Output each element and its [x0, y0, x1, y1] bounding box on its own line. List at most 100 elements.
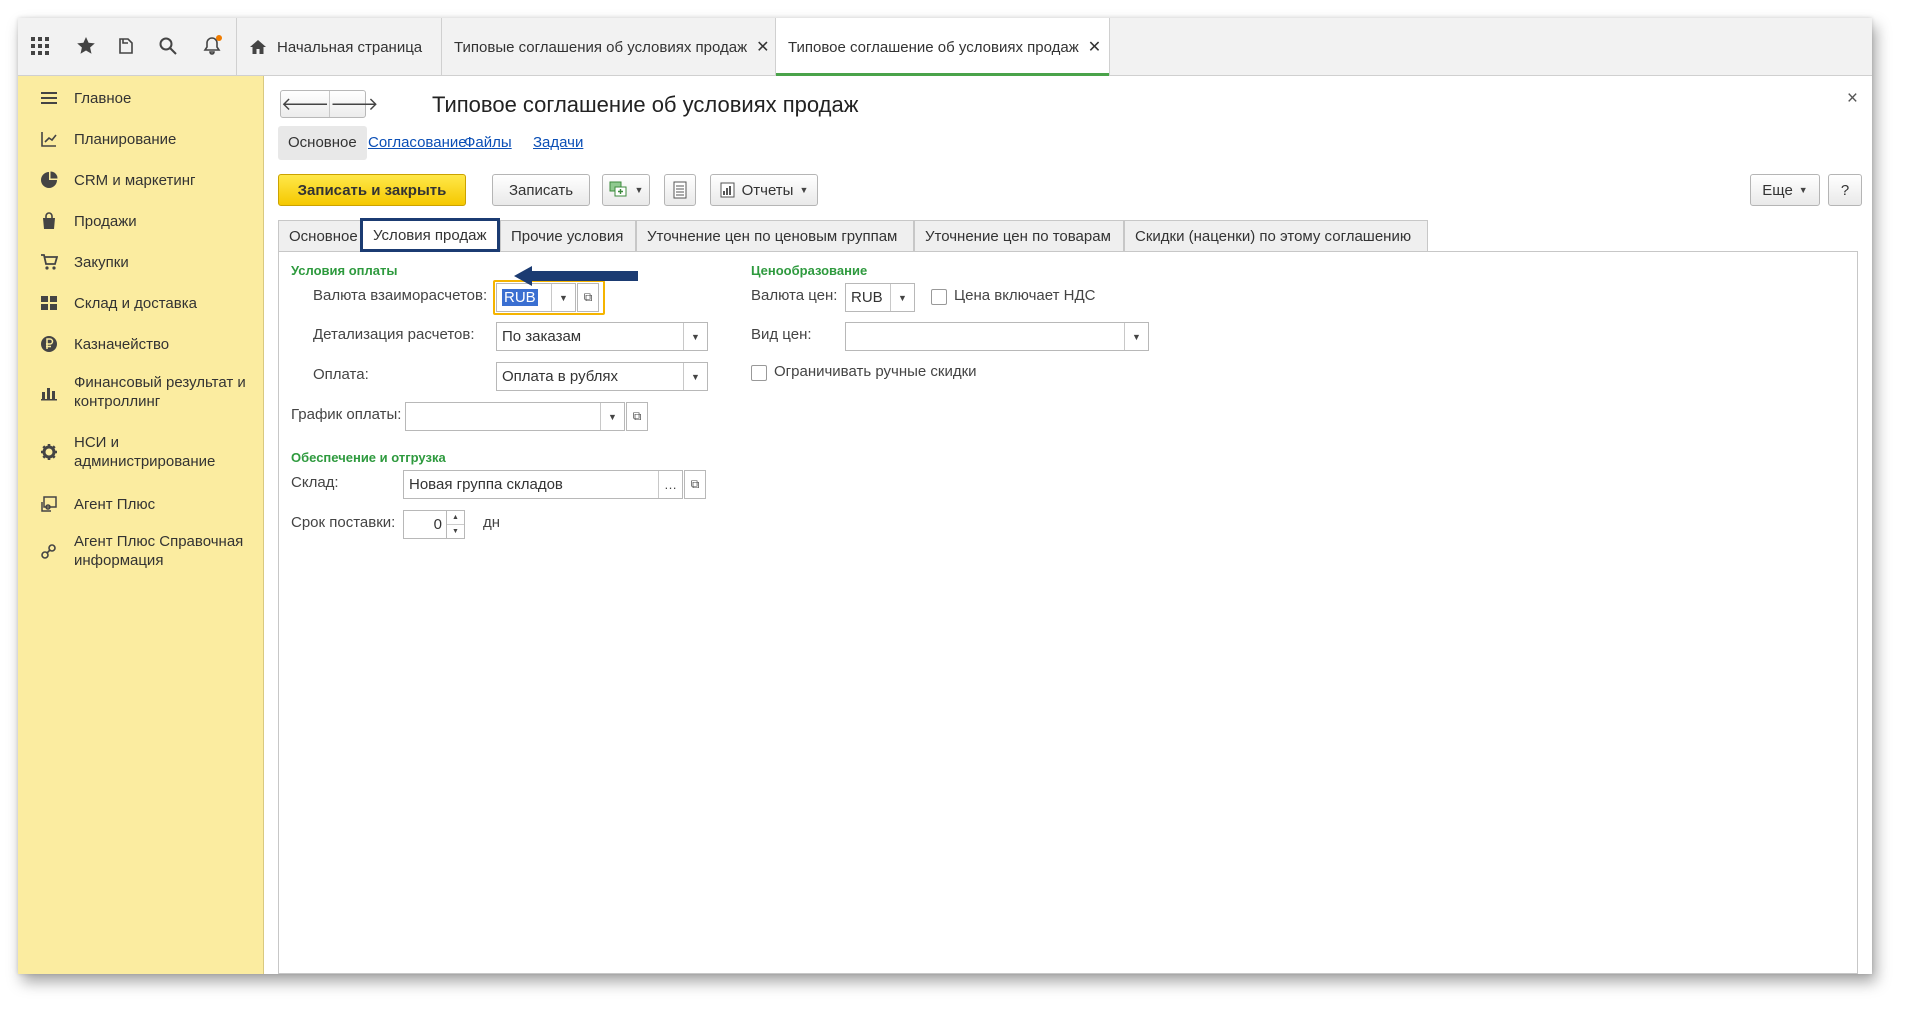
chevron-down-icon: ▼ [634, 185, 644, 195]
close-icon[interactable]: ✕ [1088, 37, 1101, 57]
sidebar-item-agent-plus[interactable]: Агент Плюс [18, 490, 264, 518]
price-type-field[interactable]: ▼ [845, 322, 1149, 351]
stepper-down-icon[interactable]: ▼ [447, 525, 464, 538]
lead-time-input[interactable]: 0 [403, 510, 447, 539]
sidebar-item-finance[interactable]: Финансовый результат и контроллинг [18, 372, 264, 412]
agent-monitor-icon [38, 493, 60, 515]
limit-discounts-checkbox[interactable] [751, 365, 767, 381]
apps-grid-icon[interactable] [26, 32, 54, 60]
warehouse-grid-icon [38, 292, 60, 314]
subtab-tasks[interactable]: Задачи [533, 126, 583, 160]
price-type-label: Вид цен: [751, 326, 812, 343]
back-button[interactable]: 🡐 [281, 91, 331, 117]
detail-label: Детализация расчетов: [313, 326, 475, 343]
shipping-group-title: Обеспечение и отгрузка [291, 450, 446, 465]
lead-time-value: 0 [433, 516, 442, 533]
top-bar: Начальная страница Типовые соглашения об… [18, 18, 1872, 76]
sidebar-item-agent-plus-reference[interactable]: Агент Плюс Справочная информация [18, 531, 264, 571]
currency-label: Валюта взаиморасчетов: [313, 287, 488, 304]
gear-icon [38, 441, 60, 463]
lead-time-unit: дн [483, 514, 501, 531]
payment-group-title: Условия оплаты [291, 263, 398, 278]
warehouse-field[interactable]: Новая группа складов … [403, 470, 683, 499]
tab-home-label: Начальная страница [277, 38, 423, 56]
tab-price-groups[interactable]: Уточнение цен по ценовым группам [636, 220, 914, 252]
vat-checkbox[interactable] [931, 289, 947, 305]
chevron-down-icon: ▼ [1798, 185, 1808, 195]
subtab-files[interactable]: Файлы [464, 126, 512, 160]
stepper-up-icon[interactable]: ▲ [447, 511, 464, 525]
bell-icon[interactable] [198, 32, 226, 60]
sidebar-item-purchases[interactable]: Закупки [18, 248, 264, 276]
create-based-on-icon [609, 181, 627, 197]
tab-other-conditions[interactable]: Прочие условия [500, 220, 636, 252]
tab-agreements-list-label: Типовые соглашения об условиях продаж [454, 38, 748, 56]
star-icon[interactable] [72, 32, 100, 60]
reports-button[interactable]: Отчеты ▼ [710, 174, 818, 206]
lead-time-label: Срок поставки: [291, 514, 396, 531]
save-and-close-button[interactable]: Записать и закрыть [278, 174, 466, 206]
chevron-down-icon[interactable]: ▼ [683, 323, 707, 350]
shopping-bag-icon [38, 210, 60, 232]
search-icon[interactable] [154, 32, 182, 60]
sidebar-item-admin[interactable]: НСИ и администрирование [18, 432, 264, 472]
tab-item-prices[interactable]: Уточнение цен по товарам [914, 220, 1124, 252]
vat-label: Цена включает НДС [954, 287, 1096, 304]
tab-agreement-form[interactable]: Типовое соглашение об условиях продаж ✕ [776, 18, 1110, 76]
sidebar-item-treasury[interactable]: Казначейство [18, 330, 264, 358]
sidebar-item-warehouse[interactable]: Склад и доставка [18, 289, 264, 317]
chevron-down-icon[interactable]: ▼ [551, 284, 575, 311]
open-link-icon[interactable]: ⧉ [577, 283, 599, 312]
forward-button[interactable]: 🡒 [330, 91, 378, 117]
open-link-icon[interactable]: ⧉ [626, 402, 648, 431]
sidebar-item-sales[interactable]: Продажи [18, 207, 264, 235]
close-form-button[interactable]: × [1847, 88, 1858, 110]
sales-conditions-panel: Условия оплаты Валюта взаиморасчетов: RU… [278, 251, 1858, 974]
notification-dot [216, 35, 222, 41]
sidebar-item-main[interactable]: Главное [18, 84, 264, 112]
help-button[interactable]: ? [1828, 174, 1862, 206]
tab-discounts[interactable]: Скидки (наценки) по этому соглашению [1124, 220, 1428, 252]
more-button[interactable]: Еще ▼ [1750, 174, 1820, 206]
tab-sales-conditions[interactable]: Условия продаж [360, 218, 500, 252]
detail-field[interactable]: По заказам ▼ [496, 322, 708, 351]
more-label: Еще [1762, 181, 1793, 199]
schedule-field[interactable]: ▼ [405, 402, 625, 431]
chevron-down-icon[interactable]: ▼ [683, 363, 707, 390]
ellipsis-icon[interactable]: … [658, 471, 682, 498]
price-currency-field[interactable]: RUB ▼ [845, 283, 915, 312]
subtab-main[interactable]: Основное [278, 126, 367, 160]
detail-value: По заказам [502, 328, 582, 345]
tab-basic[interactable]: Основное [278, 220, 372, 252]
lead-time-stepper[interactable]: ▲ ▼ [447, 510, 465, 539]
close-icon[interactable]: ✕ [756, 37, 769, 57]
payment-value: Оплата в рублях [502, 368, 619, 385]
chevron-down-icon[interactable]: ▼ [600, 403, 624, 430]
currency-field[interactable]: RUB ▼ [496, 283, 576, 312]
chevron-down-icon[interactable]: ▼ [890, 284, 914, 311]
reports-icon [720, 182, 735, 198]
tab-agreements-list[interactable]: Типовые соглашения об условиях продаж ✕ [442, 18, 776, 76]
main-form: 🡐 🡒 Типовое соглашение об условиях прода… [264, 76, 1872, 974]
sidebar-item-planning[interactable]: Планирование [18, 125, 264, 153]
price-currency-value: RUB [851, 289, 883, 306]
reports-label: Отчеты [741, 181, 794, 199]
open-link-icon[interactable]: ⧉ [684, 470, 706, 499]
sidebar: Главное Планирование CRM и маркетинг Про… [18, 76, 264, 974]
history-nav: 🡐 🡒 [280, 90, 379, 118]
sidebar-item-crm[interactable]: CRM и маркетинг [18, 166, 264, 194]
warehouse-value: Новая группа складов [409, 476, 563, 493]
home-icon [250, 40, 266, 54]
chevron-down-icon[interactable]: ▼ [1124, 323, 1148, 350]
tab-home[interactable]: Начальная страница [236, 18, 442, 76]
print-list-button[interactable] [664, 174, 696, 206]
limit-discounts-label: Ограничивать ручные скидки [774, 363, 977, 380]
history-icon[interactable] [112, 32, 140, 60]
subtab-approval[interactable]: Согласование [368, 126, 467, 160]
payment-field[interactable]: Оплата в рублях ▼ [496, 362, 708, 391]
save-button[interactable]: Записать [492, 174, 590, 206]
create-based-on-button[interactable]: ▼ [602, 174, 650, 206]
document-list-icon [673, 181, 687, 199]
tab-agreement-form-label: Типовое соглашение об условиях продаж [788, 38, 1079, 56]
currency-value: RUB [502, 289, 538, 306]
